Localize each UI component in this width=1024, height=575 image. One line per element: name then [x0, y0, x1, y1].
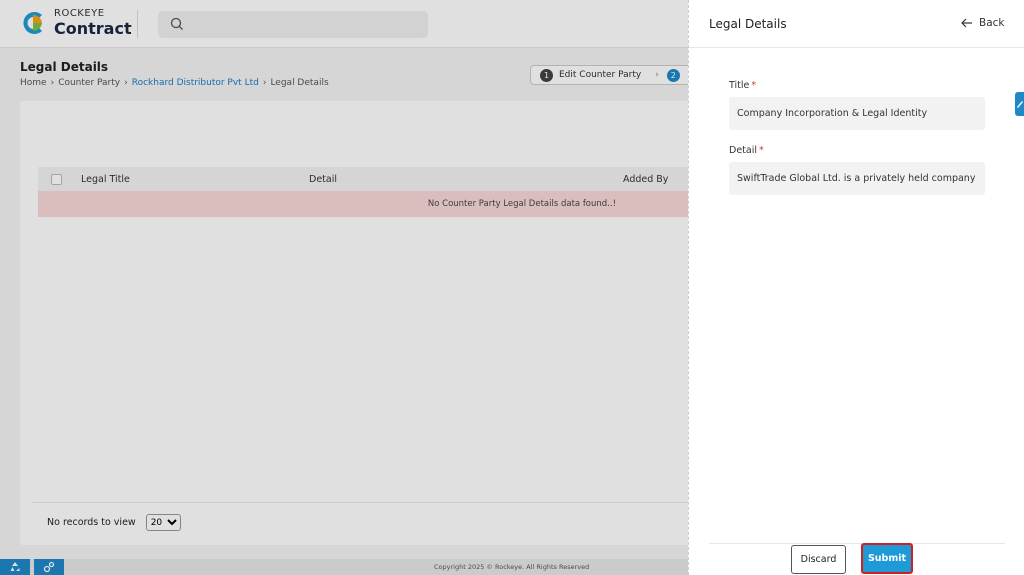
back-label: Back [979, 17, 1005, 29]
title-label: Title * [729, 80, 756, 91]
arrow-left-icon [961, 18, 972, 28]
overlay-backdrop[interactable] [0, 0, 688, 575]
detail-label: Detail * [729, 145, 764, 156]
back-button[interactable]: Back [961, 17, 1005, 29]
required-asterisk: * [751, 80, 757, 91]
discard-button[interactable]: Discard [791, 545, 846, 574]
legal-details-drawer: Legal Details Back Title* Detail* Discar… [688, 0, 1024, 575]
drawer-header: Legal Details Back [689, 0, 1024, 48]
drawer-footer-divider [709, 543, 1005, 544]
side-panel-tab[interactable] [1015, 92, 1024, 116]
drawer-title: Legal Details [709, 17, 787, 31]
title-input[interactable] [729, 97, 985, 130]
detail-label-text: Detail [729, 145, 757, 156]
submit-button[interactable]: Submit [861, 543, 913, 574]
title-label-text: Title [729, 80, 750, 91]
pin-icon [1017, 101, 1023, 108]
detail-input[interactable] [729, 162, 985, 195]
required-asterisk: * [759, 145, 764, 156]
